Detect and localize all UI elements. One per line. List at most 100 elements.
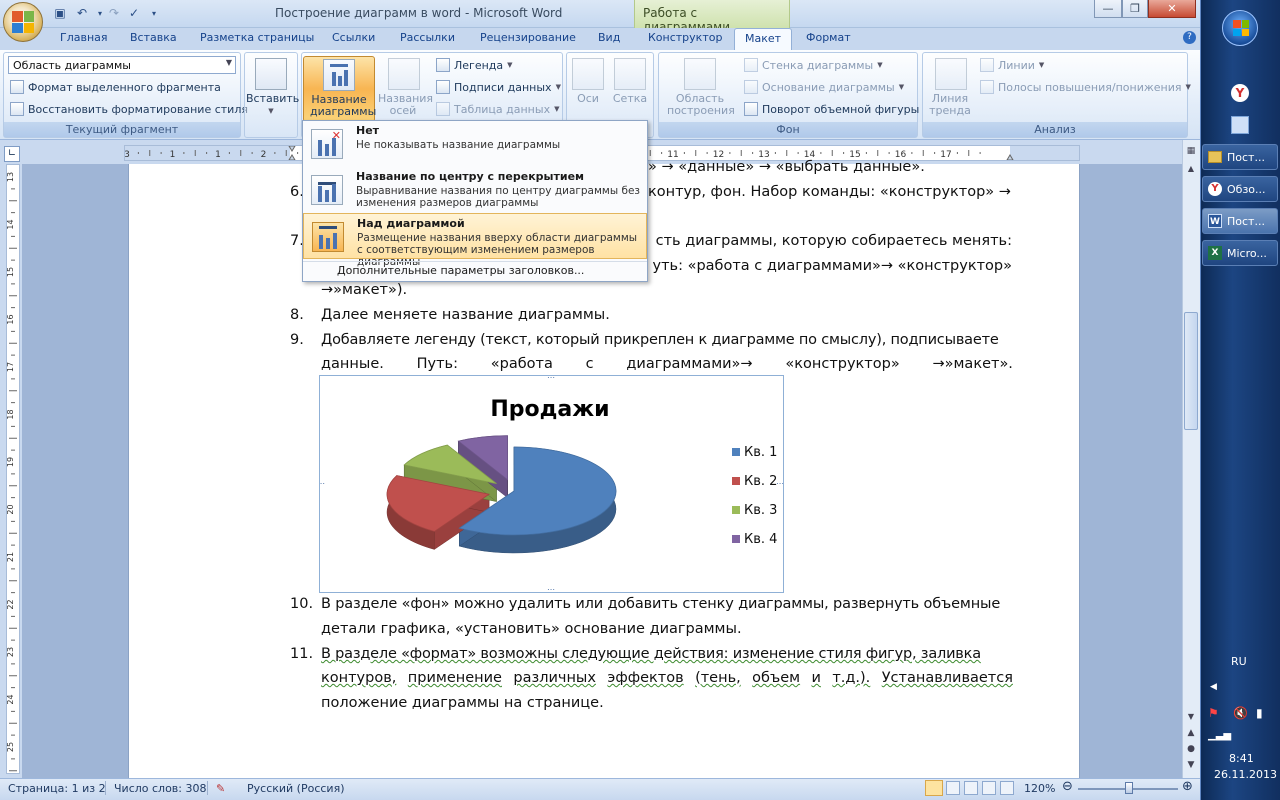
draft-view-icon[interactable]: [1000, 781, 1014, 795]
minimize-button[interactable]: —: [1094, 0, 1122, 18]
3d-rotation-button[interactable]: Поворот объемной фигуры: [744, 100, 919, 118]
redo-icon[interactable]: ↷: [106, 5, 122, 21]
clock-time[interactable]: 8:41: [1229, 752, 1254, 765]
spelling-icon[interactable]: ✓: [126, 5, 142, 21]
legend-entry[interactable]: Кв. 4: [744, 532, 777, 547]
ruler-tick-label: 24: [7, 694, 15, 704]
tab-home[interactable]: Главная: [60, 31, 108, 44]
embedded-chart[interactable]: Продажи Кв. 1 Кв. 2 Кв. 3 Кв. 4 ⋯ ⋯ ⋯ ⋯: [317, 373, 784, 594]
yandex-pinned-icon[interactable]: Y: [1231, 84, 1249, 102]
tab-view[interactable]: Вид: [598, 31, 620, 44]
vertical-ruler[interactable]: 1314151617181920212223242526: [6, 164, 20, 774]
resize-handle[interactable]: ⋯: [776, 479, 784, 488]
proofing-icon[interactable]: ✎: [216, 782, 225, 795]
zoom-level[interactable]: 120%: [1024, 782, 1055, 795]
word: т.д.).: [832, 670, 871, 686]
legend-entry[interactable]: Кв. 3: [744, 503, 777, 518]
first-line-indent-marker[interactable]: [288, 146, 296, 152]
zoom-in-icon[interactable]: ⊕: [1182, 779, 1193, 794]
axes-button[interactable]: Оси: [568, 56, 608, 120]
save-icon[interactable]: ▣: [52, 5, 68, 21]
chart-title[interactable]: Продажи: [490, 397, 609, 422]
print-layout-view-icon[interactable]: [925, 780, 943, 796]
tab-references[interactable]: Ссылки: [332, 31, 375, 44]
zoom-slider-thumb[interactable]: [1125, 782, 1133, 794]
tab-mailings[interactable]: Рассылки: [400, 31, 455, 44]
scrollbar-thumb[interactable]: [1184, 312, 1198, 430]
tab-page-layout[interactable]: Разметка страницы: [200, 31, 314, 44]
undo-icon[interactable]: ↶: [74, 5, 90, 21]
help-icon[interactable]: ?: [1183, 31, 1196, 44]
ruler-tick-label: 1: [170, 150, 176, 160]
language-indicator-tray[interactable]: RU: [1231, 655, 1247, 668]
dropdown-item-above-chart[interactable]: Над диаграммой Размещение названия вверх…: [303, 213, 647, 268]
clock-date[interactable]: 26.11.2013: [1214, 768, 1277, 781]
dropdown-item-desc: Выравнивание названия по центру диаграмм…: [356, 185, 640, 209]
trendline-button[interactable]: Линия тренда: [926, 56, 976, 120]
lines-button[interactable]: Линии ▼: [980, 56, 1044, 74]
taskbar-item-browser[interactable]: Y Обзо...: [1202, 176, 1278, 202]
tab-stop-selector[interactable]: ∟: [4, 146, 20, 162]
plot-area-button[interactable]: Область построения: [662, 56, 738, 120]
chart-floor-button[interactable]: Основание диаграммы ▼: [744, 78, 904, 96]
chart-element-selector[interactable]: Область диаграммы ▼: [8, 56, 236, 74]
grid-button[interactable]: Сетка: [610, 56, 650, 120]
outline-view-icon[interactable]: [982, 781, 996, 795]
previous-page-icon[interactable]: ▲: [1184, 728, 1198, 742]
dropdown-item-none[interactable]: ✕ Нет Не показывать название диаграммы: [303, 121, 647, 167]
taskbar-item-folder[interactable]: Пост...: [1202, 144, 1278, 170]
format-selection-button[interactable]: Формат выделенного фрагмента: [10, 78, 221, 96]
maximize-button[interactable]: ❐: [1122, 0, 1148, 18]
scroll-up-icon[interactable]: ▲: [1184, 164, 1198, 178]
word-count[interactable]: Число слов: 308: [114, 782, 207, 795]
axis-titles-button[interactable]: Названия осей: [378, 56, 433, 120]
browse-object-icon[interactable]: ●: [1184, 744, 1198, 758]
web-layout-view-icon[interactable]: [964, 781, 978, 795]
chart-wall-button[interactable]: Стенка диаграммы ▼: [744, 56, 883, 74]
updown-bars-button[interactable]: Полосы повышения/понижения ▼: [980, 78, 1191, 96]
volume-muted-icon[interactable]: 🔇: [1233, 706, 1248, 720]
vertical-scrollbar[interactable]: [1182, 140, 1200, 778]
reset-style-icon: [10, 102, 24, 116]
action-center-flag-icon[interactable]: ⚑: [1208, 706, 1219, 720]
dropdown-item-centered-overlay[interactable]: Название по центру с перекрытием Выравни…: [303, 167, 647, 213]
resize-handle[interactable]: ⋯: [547, 585, 555, 594]
full-screen-view-icon[interactable]: [946, 781, 960, 795]
right-indent-marker[interactable]: [1006, 154, 1014, 160]
taskbar-item-word[interactable]: W Пост...: [1202, 208, 1278, 234]
customize-qat-icon[interactable]: ▾: [146, 5, 162, 21]
taskbar-item-excel[interactable]: X Micro...: [1202, 240, 1278, 266]
data-table-button[interactable]: Таблица данных ▼: [436, 100, 559, 118]
tab-format[interactable]: Формат: [806, 31, 851, 44]
signal-icon[interactable]: ▁▃▅: [1208, 730, 1231, 741]
more-title-options-item[interactable]: Дополнительные параметры заголовков...: [337, 264, 584, 277]
zoom-out-icon[interactable]: ⊖: [1062, 779, 1073, 794]
legend-entry[interactable]: Кв. 2: [744, 474, 777, 489]
resize-handle[interactable]: ⋯: [547, 373, 555, 382]
page-indicator[interactable]: Страница: 1 из 2: [8, 782, 106, 795]
scroll-down-icon[interactable]: ▼: [1184, 712, 1198, 726]
legend-entry[interactable]: Кв. 1: [744, 445, 777, 460]
close-button[interactable]: ✕: [1148, 0, 1196, 18]
resize-handle[interactable]: ⋯: [317, 479, 325, 488]
ruler-toggle-icon[interactable]: ▦: [1184, 146, 1198, 160]
tab-layout[interactable]: Макет: [734, 28, 793, 50]
network-icon[interactable]: ▮: [1256, 706, 1263, 720]
office-button[interactable]: [3, 2, 43, 42]
language-indicator[interactable]: Русский (Россия): [247, 782, 345, 795]
chart-title-button[interactable]: Название диаграммы: [303, 56, 376, 122]
start-button[interactable]: [1222, 10, 1258, 46]
next-page-icon[interactable]: ▼: [1184, 760, 1198, 774]
data-labels-button[interactable]: Подписи данных ▼: [436, 78, 561, 96]
explorer-pinned-icon[interactable]: [1231, 116, 1249, 134]
show-hidden-icons-icon[interactable]: ◀: [1210, 682, 1217, 692]
legend-button[interactable]: Легенда ▼: [436, 56, 513, 74]
insert-button[interactable]: Вставить ▼: [246, 56, 299, 120]
tab-design[interactable]: Конструктор: [648, 31, 722, 44]
tab-review[interactable]: Рецензирование: [480, 31, 576, 44]
tab-insert[interactable]: Вставка: [130, 31, 177, 44]
context-title: Работа с диаграммами: [634, 0, 790, 34]
axis-titles-icon: [388, 58, 420, 90]
reset-style-button[interactable]: Восстановить форматирование стиля: [10, 100, 248, 118]
hanging-indent-marker[interactable]: [288, 154, 296, 160]
